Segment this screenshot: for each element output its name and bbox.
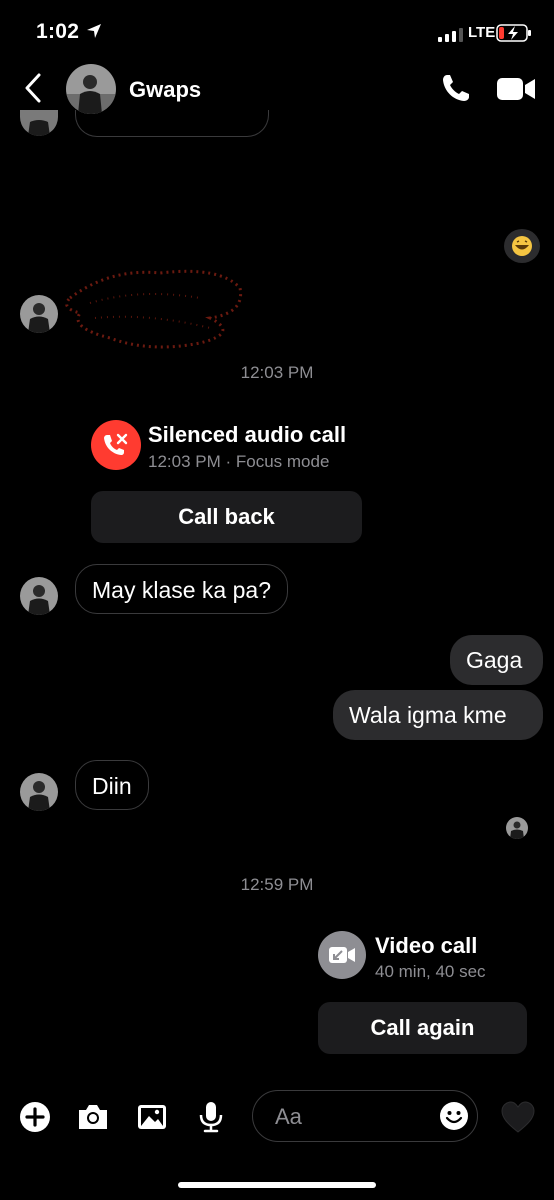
message-input[interactable] [273,1091,437,1143]
signal-strength-icon [438,28,463,42]
call-subtitle: 12:03 PM · Focus mode [148,452,330,471]
message-avatar [20,110,58,136]
gallery-icon[interactable] [135,1100,169,1134]
message-composer[interactable] [252,1090,478,1143]
video-camera-icon [329,947,355,963]
missed-call-badge [91,420,141,470]
message-avatar [20,577,58,615]
heart-icon[interactable] [500,1100,536,1134]
timestamp: 12:59 PM [240,875,314,894]
back-chevron-icon[interactable] [22,72,44,104]
call-title: Video call [375,933,478,958]
message-avatar [20,773,58,811]
location-arrow-icon [87,24,101,38]
incoming-message[interactable]: Diin [75,760,149,810]
microphone-icon[interactable] [194,1100,228,1134]
outgoing-message[interactable]: Gaga [450,635,543,685]
call-again-button[interactable]: Call again [318,1002,527,1054]
call-title: Silenced audio call [148,422,347,447]
contact-avatar[interactable] [66,64,116,114]
network-type: LTE [468,24,496,41]
battery-charging-icon [496,24,531,42]
emoji-icon[interactable] [439,1101,469,1131]
message-bubble-partial [75,110,269,137]
incoming-message[interactable]: May klase ka pa? [75,564,288,614]
missed-call-icon [104,433,128,455]
call-subtitle: 40 min, 40 sec [375,962,486,981]
plus-icon[interactable] [18,1100,52,1134]
timestamp: 12:03 PM [240,363,314,382]
grinning-emoji-icon [512,236,532,256]
video-call-icon[interactable] [497,76,535,102]
outgoing-message[interactable]: Wala igma kme [333,690,543,740]
reaction-bubble[interactable] [504,229,540,263]
call-back-button[interactable]: Call back [91,491,362,543]
redacted-scribble [65,269,243,349]
status-time: 1:02 [36,20,80,43]
read-receipt-avatar [506,817,528,839]
video-call-badge [318,931,366,979]
camera-icon[interactable] [76,1100,110,1134]
phone-icon[interactable] [440,72,472,104]
home-indicator [178,1182,376,1188]
contact-name[interactable]: Gwaps [129,77,201,103]
